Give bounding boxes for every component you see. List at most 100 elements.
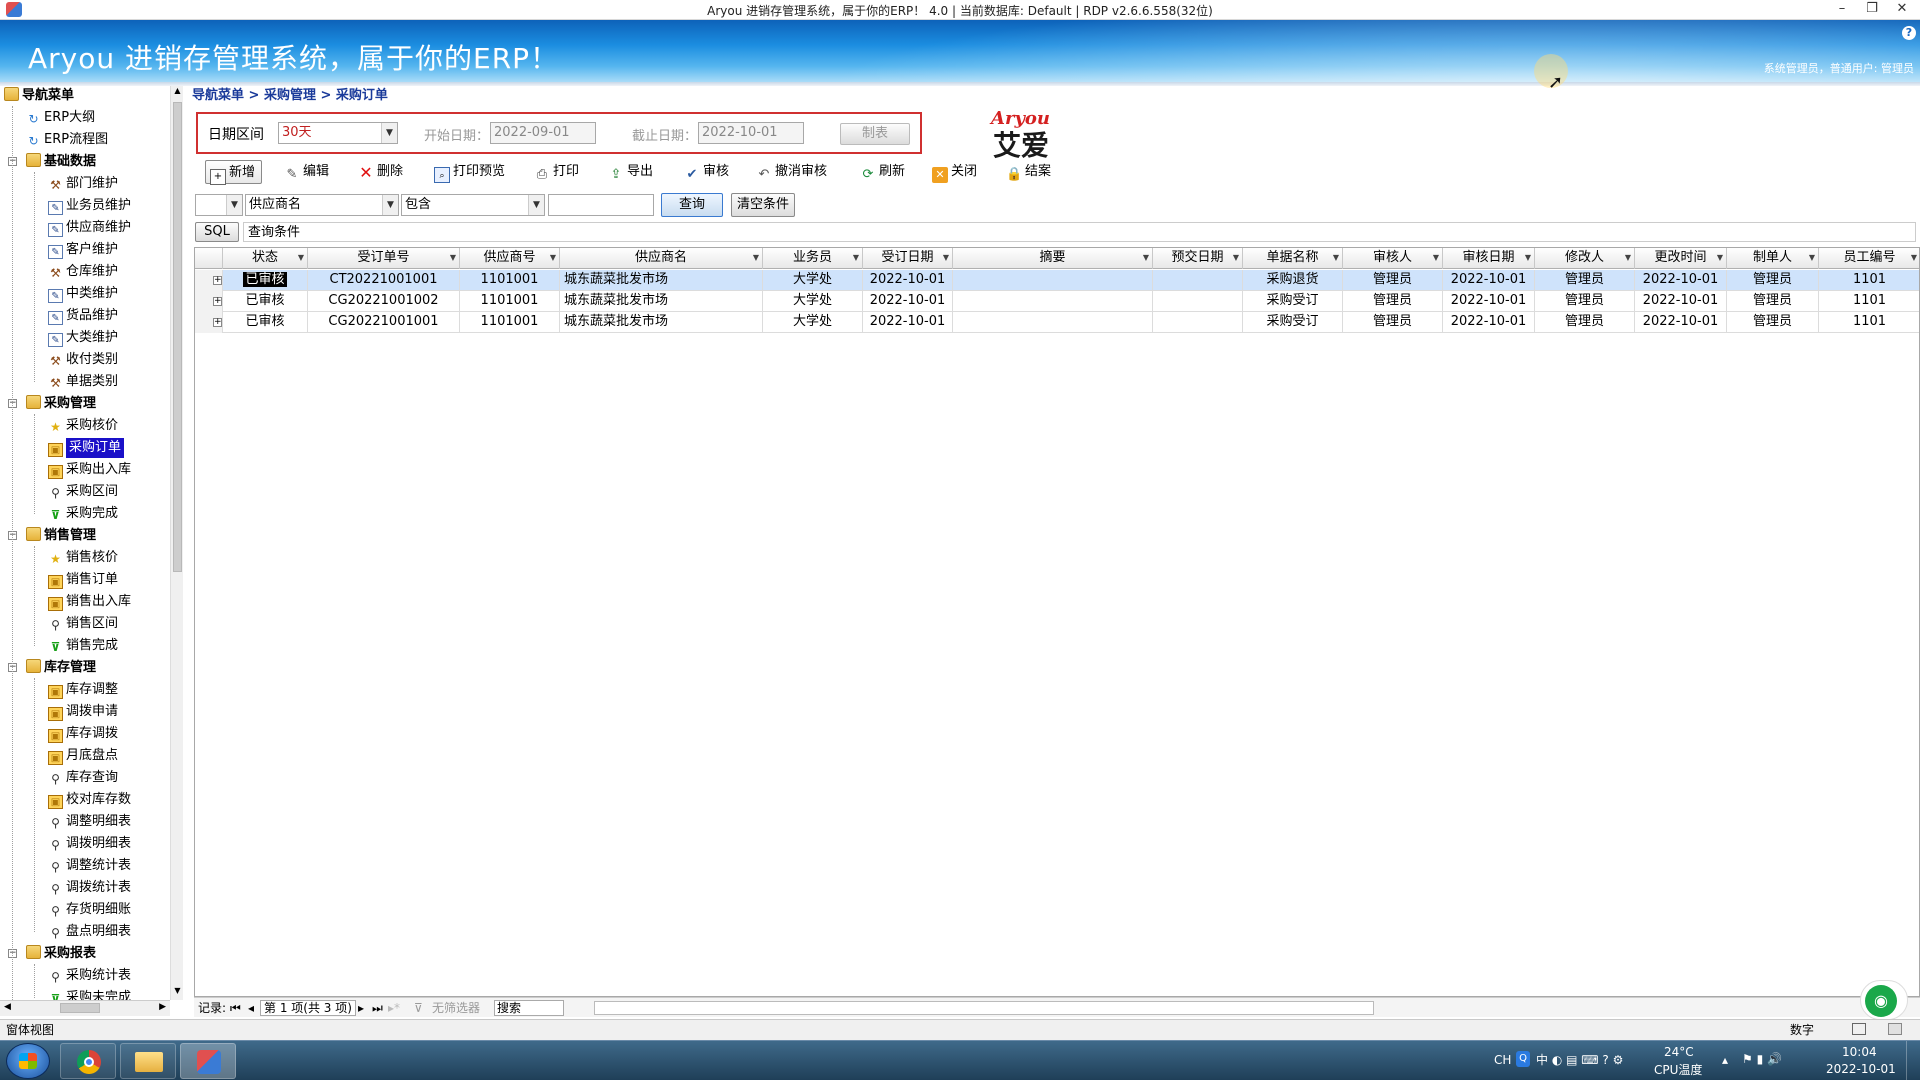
table-row[interactable]: + 已审核 CG20221001001 1101001 城东蔬菜批发市场 大学处 2022-… [195, 312, 1919, 333]
nav-item-10[interactable]: ✎ 大类维护 [48, 328, 118, 348]
table-cell[interactable]: 采购受订 [1243, 291, 1343, 312]
table-cell[interactable]: CG20221001002 [308, 291, 460, 312]
chevron-down-icon[interactable]: ▼ [450, 248, 456, 268]
end-date-field[interactable]: 2022-10-01 [698, 122, 804, 144]
nav-vertical-scrollbar[interactable]: ▲ ▼ [170, 86, 183, 1000]
taskbar-explorer[interactable] [120, 1043, 176, 1079]
nav-item-0[interactable]: ↻ ERP大纲 [26, 108, 95, 128]
export-button[interactable]: ⇪ 导出 [608, 160, 653, 184]
table-cell[interactable]: 1101 [1819, 291, 1919, 312]
nav-group-13[interactable]: 采购管理 [26, 394, 96, 414]
table-cell[interactable]: 采购受订 [1243, 312, 1343, 333]
table-cell[interactable] [953, 270, 1153, 291]
table-cell[interactable]: 城东蔬菜批发市场 [560, 312, 763, 333]
ime-icon[interactable]: Q [1516, 1051, 1530, 1067]
add-button[interactable]: + 新增 [205, 160, 263, 185]
table-cell[interactable]: 1101 [1819, 312, 1919, 333]
table-cell[interactable]: CG20221001001 [308, 312, 460, 333]
column-header[interactable]: 审核人 ▼ [1343, 248, 1443, 269]
nav-root[interactable]: 导航菜单 [4, 86, 74, 106]
chevron-down-icon[interactable]: ▼ [943, 248, 949, 268]
table-cell[interactable]: 城东蔬菜批发市场 [560, 291, 763, 312]
last-record-icon[interactable]: ⏭ [372, 998, 383, 1018]
chevron-down-icon[interactable]: ▼ [298, 248, 304, 268]
date-range-select[interactable]: 30天 ▼ [278, 122, 398, 144]
nav-item-6[interactable]: ✎ 客户维护 [48, 240, 118, 260]
nav-item-9[interactable]: ✎ 货品维护 [48, 306, 118, 326]
close-button[interactable]: ✕ 关闭 [932, 160, 977, 184]
query-condition-text[interactable]: 查询条件 [243, 222, 1916, 242]
chevron-down-icon[interactable]: ▼ [1143, 248, 1149, 268]
settle-button[interactable]: 🔒 结案 [1006, 160, 1051, 184]
column-header[interactable]: 摘要 ▼ [953, 248, 1153, 269]
table-cell[interactable]: 大学处 [763, 312, 863, 333]
column-header[interactable]: 预交日期 ▼ [1153, 248, 1243, 269]
edit-button[interactable]: ✎ 编辑 [284, 160, 329, 184]
table-cell[interactable]: 管理员 [1727, 291, 1819, 312]
nav-item-18[interactable]: ⊽ 采购完成 [48, 504, 118, 524]
sql-button[interactable]: SQL [195, 222, 239, 242]
nav-group-19[interactable]: 销售管理 [26, 526, 96, 546]
table-cell[interactable]: CT20221001001 [308, 270, 460, 291]
chevron-down-icon[interactable]: ▼ [1911, 248, 1917, 268]
nav-item-8[interactable]: ✎ 中类维护 [48, 284, 118, 304]
system-tray-status-icons[interactable]: ⚑ ▮ 🔊 [1742, 1052, 1782, 1066]
nav-item-27[interactable]: ▣ 调拨申请 [48, 702, 118, 722]
breadcrumb[interactable]: 导航菜单 > 采购管理 > 采购订单 [192, 86, 388, 106]
table-cell[interactable]: 管理员 [1535, 291, 1635, 312]
nav-item-30[interactable]: ⚲ 库存查询 [48, 768, 118, 788]
column-header[interactable]: 受订单号 ▼ [308, 248, 460, 269]
scroll-down-icon[interactable]: ▼ [172, 986, 183, 1000]
nav-item-16[interactable]: ▣ 采购出入库 [48, 460, 131, 480]
chevron-down-icon[interactable]: ▼ [382, 195, 398, 215]
keyword-input[interactable] [548, 194, 654, 216]
first-record-icon[interactable]: ⏮ [230, 998, 241, 1018]
table-cell[interactable]: 已审核 [223, 291, 308, 312]
grid-search-input[interactable]: 搜索 [494, 1000, 564, 1016]
nav-item-37[interactable]: ⚲ 盘点明细表 [48, 922, 131, 942]
nav-item-17[interactable]: ⚲ 采购区间 [48, 482, 118, 502]
table-cell[interactable] [1153, 312, 1243, 333]
table-cell[interactable]: 2022-10-01 [1635, 312, 1727, 333]
nav-item-5[interactable]: ✎ 供应商维护 [48, 218, 131, 238]
table-cell[interactable]: 已审核 [223, 270, 308, 291]
table-cell[interactable]: 管理员 [1343, 291, 1443, 312]
table-cell[interactable]: 2022-10-01 [863, 291, 953, 312]
nav-item-29[interactable]: ▣ 月底盘点 [48, 746, 118, 766]
column-header[interactable]: 受订日期 ▼ [863, 248, 953, 269]
table-cell[interactable]: 2022-10-01 [1635, 270, 1727, 291]
show-desktop-button[interactable] [1906, 1041, 1920, 1080]
table-cell[interactable]: 2022-10-01 [1443, 291, 1535, 312]
nav-item-4[interactable]: ✎ 业务员维护 [48, 196, 131, 216]
column-header[interactable]: 供应商号 ▼ [460, 248, 560, 269]
field-select[interactable]: 供应商名 ▼ [245, 194, 399, 216]
nav-item-31[interactable]: ▣ 校对库存数 [48, 790, 131, 810]
scroll-left-icon[interactable]: ◀ [4, 1002, 11, 1012]
table-cell[interactable]: 管理员 [1343, 312, 1443, 333]
chevron-down-icon[interactable]: ▼ [550, 248, 556, 268]
input-language[interactable]: CH [1494, 1053, 1511, 1067]
table-cell[interactable]: 已审核 [223, 312, 308, 333]
table-cell[interactable]: 2022-10-01 [863, 270, 953, 291]
clock-date[interactable]: 2022-10-01 [1826, 1062, 1896, 1076]
chevron-down-icon[interactable]: ▼ [1433, 248, 1439, 268]
column-header[interactable]: 状态 ▼ [223, 248, 308, 269]
taskbar-chrome[interactable] [60, 1043, 116, 1079]
table-cell[interactable]: 管理员 [1343, 270, 1443, 291]
chevron-down-icon[interactable]: ▼ [753, 248, 759, 268]
nav-item-20[interactable]: ★ 销售核价 [48, 548, 118, 568]
chevron-down-icon[interactable]: ▼ [226, 195, 242, 215]
no-filter-indicator[interactable]: 无筛选器 [432, 998, 480, 1018]
table-cell[interactable]: 采购退货 [1243, 270, 1343, 291]
start-date-field[interactable]: 2022-09-01 [490, 122, 596, 144]
table-cell[interactable] [953, 291, 1153, 312]
table-cell[interactable]: 管理员 [1535, 270, 1635, 291]
page-indicator[interactable]: 第 1 项(共 3 项) [260, 1000, 356, 1016]
column-header[interactable]: 修改人 ▼ [1535, 248, 1635, 269]
nav-horizontal-scrollbar[interactable]: ◀ ▶ [0, 1000, 170, 1016]
table-cell[interactable]: 2022-10-01 [863, 312, 953, 333]
table-row[interactable]: + 已审核 CG20221001002 1101001 城东蔬菜批发市场 大学处 2022-… [195, 291, 1919, 312]
column-header[interactable]: 审核日期 ▼ [1443, 248, 1535, 269]
nav-item-34[interactable]: ⚲ 调整统计表 [48, 856, 131, 876]
table-cell[interactable]: 2022-10-01 [1443, 312, 1535, 333]
